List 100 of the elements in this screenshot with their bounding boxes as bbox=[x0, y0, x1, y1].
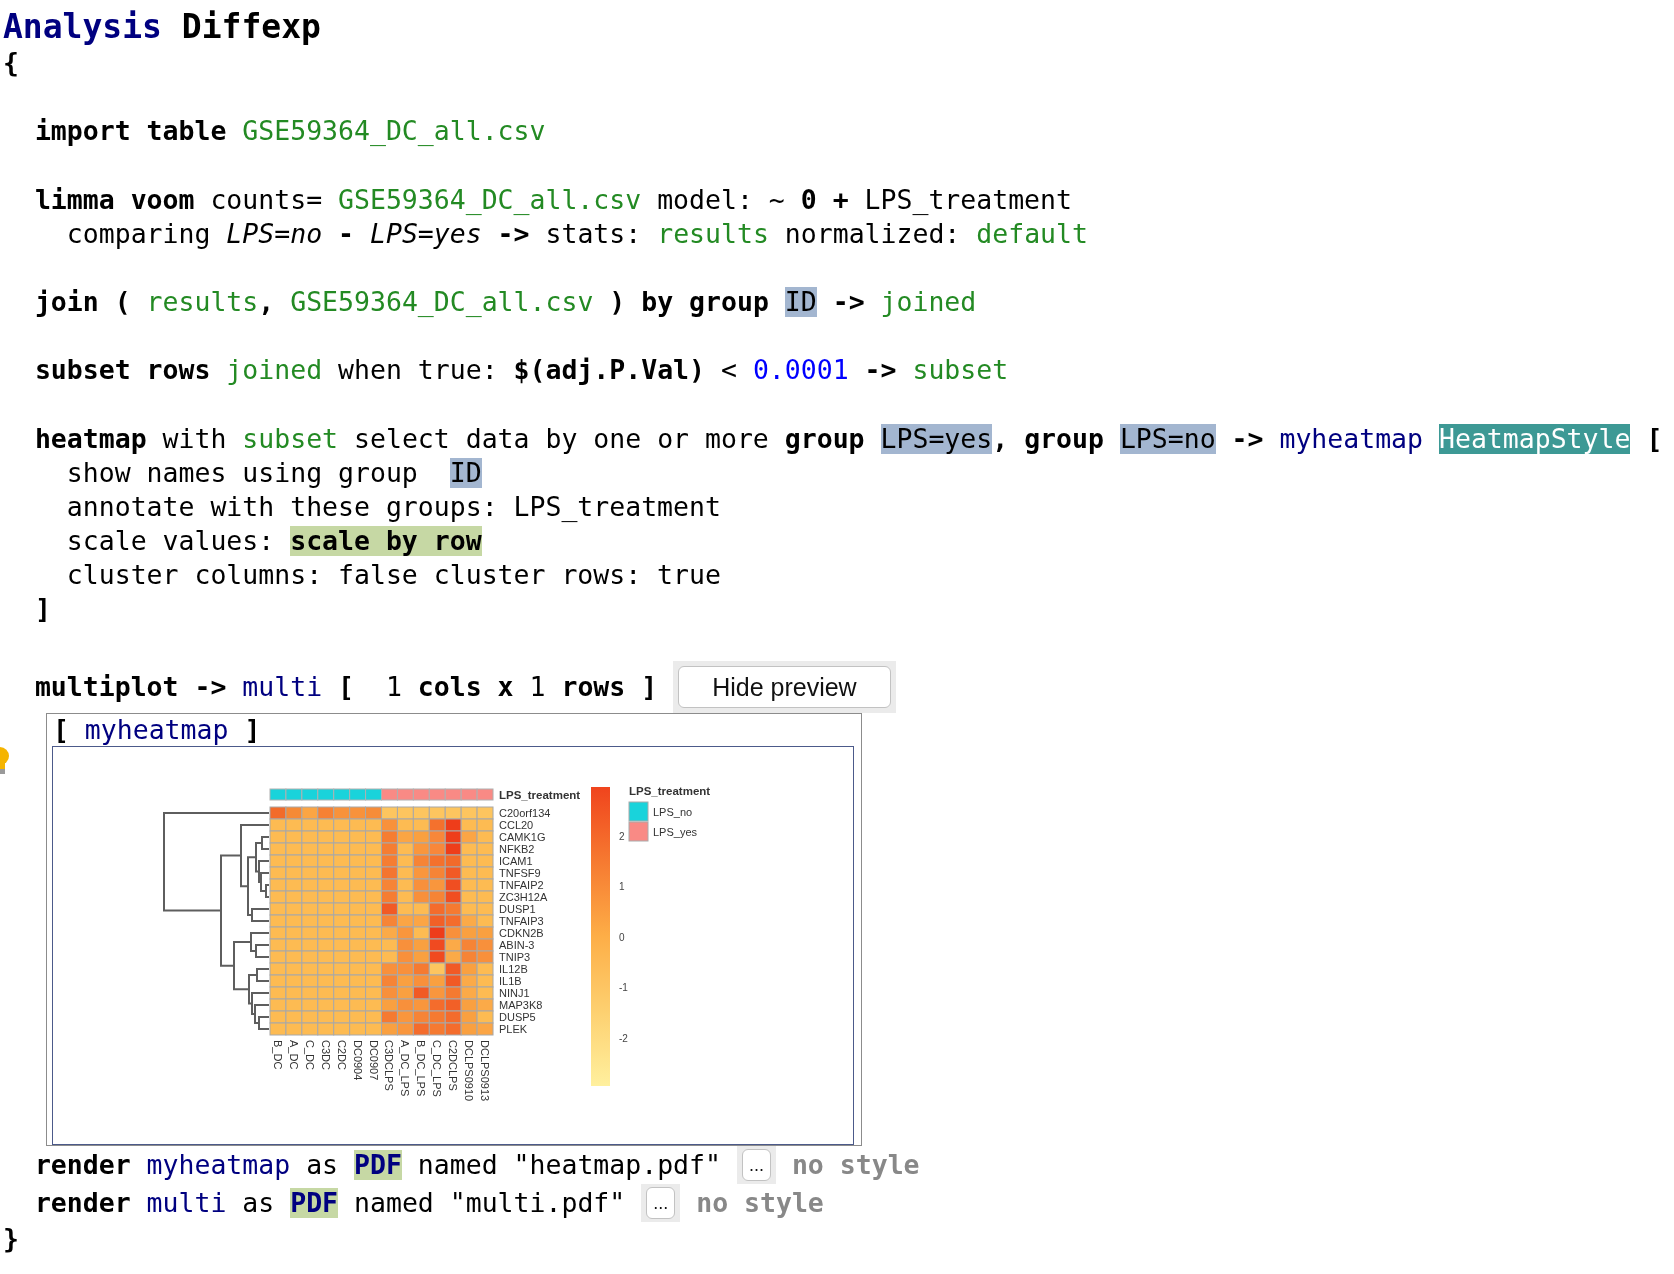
code-keyword: rows ] bbox=[561, 671, 658, 702]
identifier-text: myheatmap bbox=[146, 1149, 291, 1180]
reference-text: results bbox=[657, 218, 769, 249]
code-text: show names using group bbox=[66, 457, 418, 488]
code-text: normalized: bbox=[784, 218, 961, 249]
reference-text: subset bbox=[242, 423, 339, 454]
row-label: C20orf134 bbox=[498, 806, 551, 819]
option-token: PDF bbox=[290, 1187, 339, 1218]
row-label: IL12B bbox=[498, 962, 528, 975]
reference-text: GSE59364_DC_all.csv bbox=[290, 287, 594, 318]
code-text: cluster columns: false cluster rows: true bbox=[66, 560, 721, 591]
row-label: TNFAIP2 bbox=[498, 878, 544, 891]
column-label: DC0907 bbox=[367, 1039, 380, 1080]
reference-text: results bbox=[146, 287, 259, 318]
preview-toggle-button[interactable]: Hide preview bbox=[673, 660, 896, 713]
code-keyword: cols x bbox=[417, 671, 514, 702]
column-label: DC0904 bbox=[351, 1039, 364, 1080]
code-text: annotate with these groups: LPS_treatment bbox=[66, 491, 721, 522]
code-keyword: $(adj.P.Val) bbox=[513, 355, 705, 386]
code-keyword: join ( bbox=[34, 287, 131, 318]
code-text: comparing bbox=[66, 218, 211, 249]
code-keyword: import table bbox=[34, 116, 227, 147]
code-text: named "heatmap.pdf" bbox=[417, 1149, 721, 1180]
code-keyword: render bbox=[34, 1149, 131, 1180]
code-text: LPS=yes bbox=[369, 218, 482, 249]
code-keyword: -> bbox=[832, 287, 865, 318]
code-keyword: group bbox=[1024, 423, 1104, 454]
scale-tick-label: 1 bbox=[618, 880, 625, 892]
code-text: select data by one or more bbox=[354, 423, 769, 454]
more-button[interactable]: ... bbox=[736, 1145, 776, 1184]
option-token: scale by row bbox=[290, 526, 482, 557]
row-label: DUSP1 bbox=[498, 902, 536, 915]
row-label: ICAM1 bbox=[498, 854, 533, 867]
reference-text: subset bbox=[912, 355, 1009, 386]
reference-text: GSE59364_DC_all.csv bbox=[242, 116, 546, 147]
more-button[interactable]: ... bbox=[641, 1183, 681, 1222]
code-keyword: 0 + bbox=[800, 184, 849, 215]
reference-text: GSE59364_DC_all.csv bbox=[338, 184, 642, 215]
row-label: TNFAIP3 bbox=[498, 914, 544, 927]
row-label: TNIP3 bbox=[498, 950, 531, 963]
legend-label: LPS_yes bbox=[652, 825, 697, 838]
code-keyword: limma voom bbox=[34, 184, 195, 215]
column-label: C3DC bbox=[319, 1039, 332, 1070]
code-text: 1 bbox=[385, 671, 402, 702]
style-token: HeatmapStyle bbox=[1439, 423, 1631, 454]
code-text: LPS=no bbox=[226, 218, 323, 249]
lightbulb-icon bbox=[0, 746, 10, 775]
row-label: CCL20 bbox=[498, 818, 534, 831]
row-label: DUSP5 bbox=[498, 1010, 536, 1023]
row-label: CDKN2B bbox=[498, 926, 544, 939]
code-keyword: ] bbox=[244, 714, 261, 745]
placeholder-text: no style bbox=[696, 1187, 824, 1218]
scale-tick-label: 0 bbox=[618, 931, 625, 943]
code-keyword: - bbox=[338, 218, 354, 249]
code-keyword: group bbox=[784, 423, 865, 454]
scale-tick-label: -2 bbox=[618, 1032, 628, 1044]
row-label: NINJ1 bbox=[498, 986, 530, 999]
reference-text: joined bbox=[226, 355, 323, 386]
code-text: LPS_treatment bbox=[864, 184, 1072, 215]
code-keyword: , bbox=[258, 287, 275, 318]
placeholder-text: no style bbox=[791, 1149, 920, 1180]
highlighted-token: LPS=yes bbox=[880, 423, 993, 454]
code-keyword: Diffexp bbox=[181, 8, 321, 46]
code-keyword: } bbox=[3, 1223, 19, 1254]
code-text: named "multi.pdf" bbox=[354, 1187, 626, 1218]
highlighted-token: ID bbox=[784, 287, 817, 318]
code-keyword: ) by group bbox=[609, 287, 769, 318]
legend-label: LPS_no bbox=[652, 805, 693, 818]
row-label: ABIN-3 bbox=[498, 938, 535, 951]
column-label: C2DCLPS bbox=[447, 1039, 460, 1091]
code-text: when true: bbox=[338, 355, 498, 386]
code-keyword: -> bbox=[497, 218, 530, 249]
annotation-label: LPS_treatment bbox=[498, 788, 581, 801]
option-token: PDF bbox=[354, 1149, 402, 1180]
code-text: stats: bbox=[545, 218, 642, 249]
code-keyword: [ bbox=[1646, 423, 1663, 454]
reference-text: default bbox=[976, 218, 1088, 249]
row-label: IL1B bbox=[498, 974, 522, 987]
code-keyword: -> bbox=[864, 355, 897, 386]
column-label: A_DC_LPS bbox=[399, 1039, 412, 1096]
column-label: B_DC_LPS bbox=[415, 1039, 428, 1096]
column-label: DCLPS0913 bbox=[478, 1039, 491, 1101]
row-label: CAMK1G bbox=[498, 830, 546, 843]
scale-tick-label: -1 bbox=[618, 981, 628, 993]
code-text: counts= bbox=[210, 184, 323, 215]
column-label: A_DC bbox=[287, 1039, 300, 1069]
column-label: C_DC bbox=[303, 1039, 316, 1070]
row-label: ZC3H12A bbox=[498, 890, 548, 903]
code-keyword: render bbox=[34, 1187, 131, 1218]
identifier-text: myheatmap bbox=[84, 714, 229, 745]
legend-title: LPS_treatment bbox=[628, 784, 711, 797]
row-label: NFKB2 bbox=[498, 842, 535, 855]
column-label: C3DCLPS bbox=[383, 1039, 396, 1091]
identifier-text: multi bbox=[146, 1187, 227, 1218]
column-label: DCLPS0910 bbox=[463, 1039, 476, 1101]
code-text: as bbox=[306, 1149, 339, 1180]
column-label: C_DC_LPS bbox=[431, 1039, 444, 1097]
code-text: with bbox=[162, 423, 227, 454]
code-keyword: , bbox=[992, 423, 1009, 454]
code-keyword: [ bbox=[338, 671, 354, 702]
